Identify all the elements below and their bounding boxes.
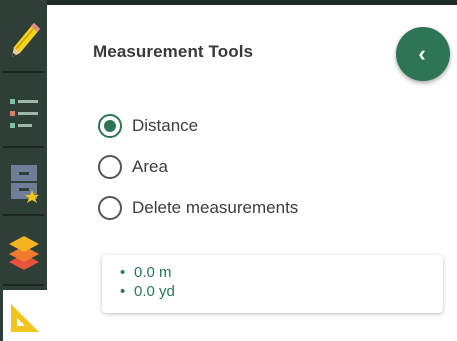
measure-tool-button[interactable] <box>3 290 47 341</box>
ruler-triangle-icon <box>11 303 39 332</box>
option-distance[interactable]: Distance <box>98 105 298 146</box>
measurement-panel: Measurement Tools ‹ Distance Area Delete… <box>47 5 457 341</box>
option-area[interactable]: Area <box>98 146 298 187</box>
result-yards: 0.0 yd <box>120 282 443 301</box>
draw-tool-button[interactable] <box>3 7 44 73</box>
chevron-left-icon: ‹ <box>418 41 426 66</box>
sidebar <box>0 0 47 341</box>
panel-title: Measurement Tools <box>93 42 254 61</box>
distance-radio[interactable] <box>98 113 122 138</box>
delete-measurements-radio[interactable] <box>98 195 122 220</box>
layers-icon <box>8 236 39 270</box>
bookmarks-tool-button[interactable] <box>3 150 44 216</box>
collapse-panel-button[interactable]: ‹ <box>396 27 450 81</box>
layers-tool-button[interactable] <box>3 220 44 286</box>
measurement-options: Distance Area Delete measurements <box>98 105 298 228</box>
measurement-results: 0.0 m 0.0 yd <box>102 255 443 313</box>
pencil-icon <box>11 23 40 57</box>
area-radio[interactable] <box>98 154 122 179</box>
legend-tool-button[interactable] <box>3 82 44 148</box>
bookmark-drawer-icon <box>10 165 39 203</box>
option-delete-measurements[interactable]: Delete measurements <box>98 187 298 228</box>
option-label: Delete measurements <box>132 197 299 217</box>
option-label: Area <box>132 156 168 176</box>
option-label: Distance <box>132 115 199 135</box>
list-icon <box>9 99 38 128</box>
result-meters: 0.0 m <box>120 263 443 282</box>
